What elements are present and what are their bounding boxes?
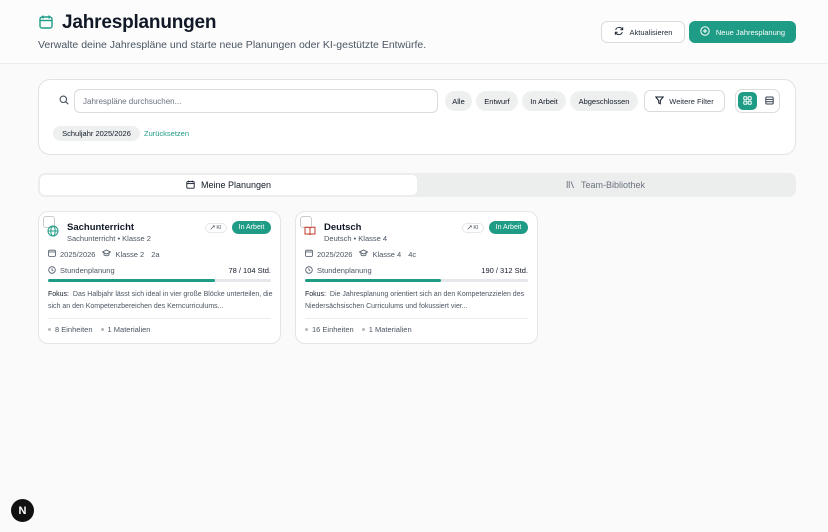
library-icon xyxy=(566,180,575,191)
card-title: Sachunterricht xyxy=(67,222,135,233)
card-meta: 2025/2026 Klasse 4 4c xyxy=(305,249,416,259)
page-subtitle: Verwalte deine Jahrespläne und starte ne… xyxy=(38,39,427,51)
materials-count: 1 Materialien xyxy=(107,325,151,334)
focus-label: Fokus: xyxy=(305,291,327,298)
plus-circle-icon xyxy=(700,26,710,38)
new-plan-button[interactable]: Neue Jahresplanung xyxy=(689,21,796,43)
search-input[interactable]: Jahrespläne durchsuchen... xyxy=(74,89,438,113)
card-footer: 16 Einheiten 1 Materialien xyxy=(305,325,412,334)
calendar-icon xyxy=(48,249,56,259)
search-icon xyxy=(59,95,69,107)
card-year: 2025/2026 xyxy=(60,249,96,259)
progress-bar xyxy=(48,279,271,282)
card-footer: 8 Einheiten 1 Materialien xyxy=(48,325,150,334)
calendar-icon xyxy=(38,14,54,32)
new-plan-label: Neue Jahresplanung xyxy=(715,27,786,37)
filter-pill-in-progress[interactable]: In Arbeit xyxy=(522,91,566,111)
calendar-icon xyxy=(186,180,195,191)
refresh-label: Aktualisieren xyxy=(629,27,673,37)
focus-label: Fokus: xyxy=(48,291,70,298)
filter-pill-draft[interactable]: Entwurf xyxy=(476,91,518,111)
status-badge: In Arbeit xyxy=(232,221,271,234)
card-subtitle: Sachunterricht • Klasse 2 xyxy=(67,234,151,243)
bullet xyxy=(361,328,365,331)
active-filter-chip[interactable]: Schuljahr 2025/2026 xyxy=(53,126,140,141)
search-placeholder: Jahrespläne durchsuchen... xyxy=(83,96,182,106)
list-view-button[interactable] xyxy=(760,92,779,110)
bullet xyxy=(305,328,308,331)
filter-pill-all[interactable]: Alle xyxy=(445,91,472,111)
more-filters-label: Weitere Filter xyxy=(669,96,714,106)
ki-badge: KI xyxy=(205,223,227,233)
tab-team-library[interactable]: Team-Bibliothek xyxy=(417,175,794,195)
refresh-icon xyxy=(614,26,624,38)
list-icon xyxy=(765,96,774,107)
bullet xyxy=(48,328,51,331)
card-title: Deutsch xyxy=(324,222,362,233)
tab-my-plans-label: Meine Planungen xyxy=(200,180,272,190)
tab-bar: Meine Planungen Team-Bibliothek xyxy=(38,173,796,197)
grid-view-button[interactable] xyxy=(738,92,757,110)
funnel-icon xyxy=(655,96,665,107)
tab-team-library-label: Team-Bibliothek xyxy=(580,180,646,190)
hours-value: 78 / 104 Std. xyxy=(228,266,271,275)
book-icon xyxy=(304,225,316,239)
grid-icon xyxy=(743,95,752,107)
view-toggle xyxy=(735,89,780,113)
ki-label: KI xyxy=(473,225,479,231)
card-grade: Klasse 4 xyxy=(372,249,402,259)
hours-label: Stundenplanung xyxy=(317,266,372,275)
card-subtitle: Deutsch • Klasse 4 xyxy=(324,234,388,243)
graduation-cap-icon xyxy=(102,249,112,259)
divider xyxy=(48,318,271,319)
plan-card[interactable]: Deutsch Deutsch • Klasse 4 KI In Arbeit … xyxy=(295,211,538,344)
globe-icon xyxy=(47,225,59,239)
sparkle-icon xyxy=(467,225,473,232)
tab-my-plans[interactable]: Meine Planungen xyxy=(40,175,417,195)
status-badge: In Arbeit xyxy=(489,221,528,234)
ki-label: KI xyxy=(216,225,222,231)
focus-text: Fokus: Das Halbjahr lässt sich ideal in … xyxy=(48,289,273,312)
hours-label: Stundenplanung xyxy=(60,266,115,275)
reset-filters-link[interactable]: Zurücksetzen xyxy=(144,129,189,138)
units-count: 16 Einheiten xyxy=(312,325,354,334)
materials-count: 1 Materialien xyxy=(368,325,412,334)
title-row: Jahresplanungen xyxy=(38,12,217,34)
graduation-cap-icon xyxy=(359,249,369,259)
divider xyxy=(305,318,528,319)
focus-body: Das Halbjahr lässt sich ideal in vier gr… xyxy=(48,291,273,310)
refresh-button[interactable]: Aktualisieren xyxy=(601,21,685,43)
focus-text: Fokus: Die Jahresplanung orientiert sich… xyxy=(305,289,530,312)
ki-badge: KI xyxy=(462,223,484,233)
progress-bar xyxy=(305,279,528,282)
progress-fill xyxy=(305,279,442,282)
card-year: 2025/2026 xyxy=(317,249,353,259)
card-grade: Klasse 2 xyxy=(115,249,145,259)
hours-value: 190 / 312 Std. xyxy=(481,266,528,275)
sparkle-icon xyxy=(210,225,216,232)
card-class: 2a xyxy=(151,249,160,259)
units-count: 8 Einheiten xyxy=(55,325,93,334)
plan-card[interactable]: Sachunterricht Sachunterricht • Klasse 2… xyxy=(38,211,281,344)
clock-icon xyxy=(48,266,56,276)
dev-tools-badge[interactable]: N xyxy=(11,499,34,522)
filter-pill-completed[interactable]: Abgeschlossen xyxy=(570,91,638,111)
card-meta: 2025/2026 Klasse 2 2a xyxy=(48,249,160,259)
page-title: Jahresplanungen xyxy=(62,12,217,33)
progress-fill xyxy=(48,279,216,282)
card-class: 4c xyxy=(408,249,417,259)
focus-body: Die Jahresplanung orientiert sich an den… xyxy=(305,291,525,310)
calendar-icon xyxy=(305,249,313,259)
bullet xyxy=(100,328,104,331)
more-filters-button[interactable]: Weitere Filter xyxy=(644,90,725,112)
clock-icon xyxy=(305,266,313,276)
